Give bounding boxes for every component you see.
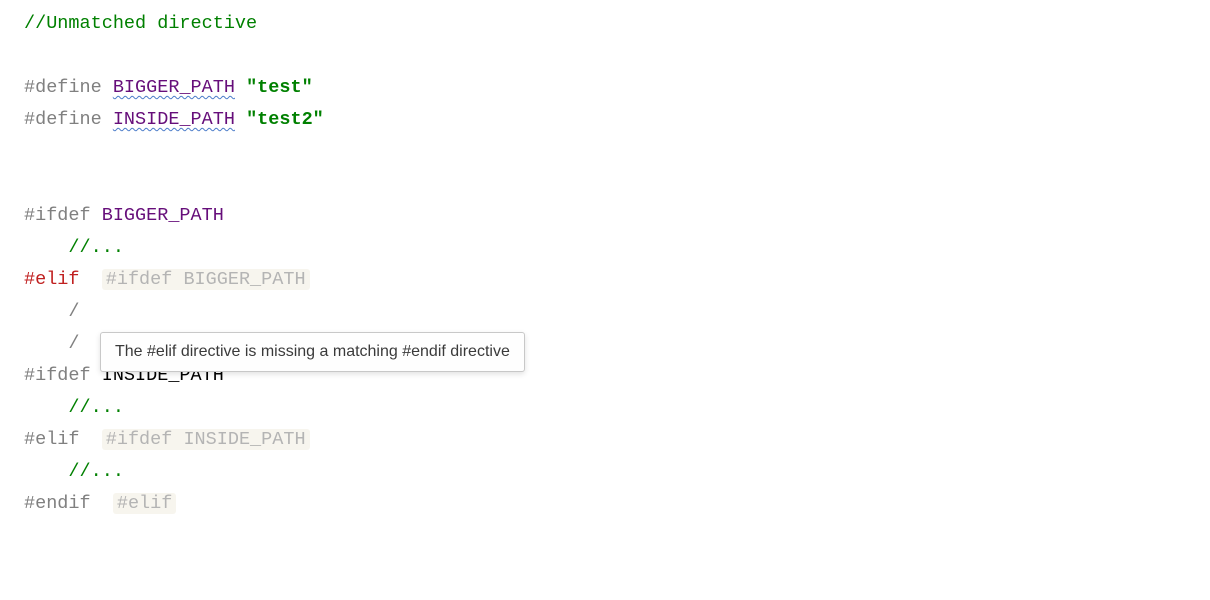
inlay-hint[interactable]: #ifdef INSIDE_PATH <box>102 429 310 450</box>
preproc-keyword: #endif <box>24 493 91 514</box>
obscured-text: / <box>68 301 79 322</box>
code-line-endif[interactable]: #endif #elif <box>24 488 1210 520</box>
code-line-blank[interactable] <box>24 136 1210 168</box>
code-line-blank[interactable] <box>24 168 1210 200</box>
preproc-keyword: #define <box>24 109 113 130</box>
error-tooltip: The #elif directive is missing a matchin… <box>100 332 525 372</box>
string-literal: "test2" <box>246 109 324 130</box>
tooltip-text: The #elif directive is missing a matchin… <box>115 343 510 360</box>
comment-text: //Unmatched directive <box>24 13 257 34</box>
code-line-define-1[interactable]: #define BIGGER_PATH "test" <box>24 72 1210 104</box>
preproc-keyword: #ifdef <box>24 365 102 386</box>
separator <box>235 77 246 98</box>
code-line-comment-dots[interactable]: //... <box>24 392 1210 424</box>
code-line-comment-dots[interactable]: //... <box>24 456 1210 488</box>
comment-text: //... <box>68 237 124 258</box>
separator <box>235 109 246 130</box>
obscured-text: / <box>68 333 79 354</box>
comment-text: //... <box>68 461 124 482</box>
inlay-hint[interactable]: #elif <box>113 493 177 514</box>
code-line-blank[interactable] <box>24 40 1210 72</box>
preproc-keyword-error[interactable]: #elif <box>24 269 80 290</box>
preproc-keyword: #ifdef <box>24 205 102 226</box>
macro-name[interactable]: BIGGER_PATH <box>113 77 235 98</box>
code-line-comment-dots[interactable]: //... <box>24 232 1210 264</box>
comment-text: //... <box>68 397 124 418</box>
preproc-keyword: #elif <box>24 429 80 450</box>
code-line-comment[interactable]: //Unmatched directive <box>24 8 1210 40</box>
code-line-define-2[interactable]: #define INSIDE_PATH "test2" <box>24 104 1210 136</box>
preproc-keyword: #define <box>24 77 113 98</box>
macro-name[interactable]: INSIDE_PATH <box>113 109 235 130</box>
code-line-obscured-1[interactable]: / <box>24 296 1210 328</box>
macro-ref: BIGGER_PATH <box>102 205 224 226</box>
code-line-ifdef-1[interactable]: #ifdef BIGGER_PATH <box>24 200 1210 232</box>
inlay-hint[interactable]: #ifdef BIGGER_PATH <box>102 269 310 290</box>
string-literal: "test" <box>246 77 313 98</box>
code-line-elif-2[interactable]: #elif #ifdef INSIDE_PATH <box>24 424 1210 456</box>
code-line-elif-error[interactable]: #elif #ifdef BIGGER_PATH <box>24 264 1210 296</box>
